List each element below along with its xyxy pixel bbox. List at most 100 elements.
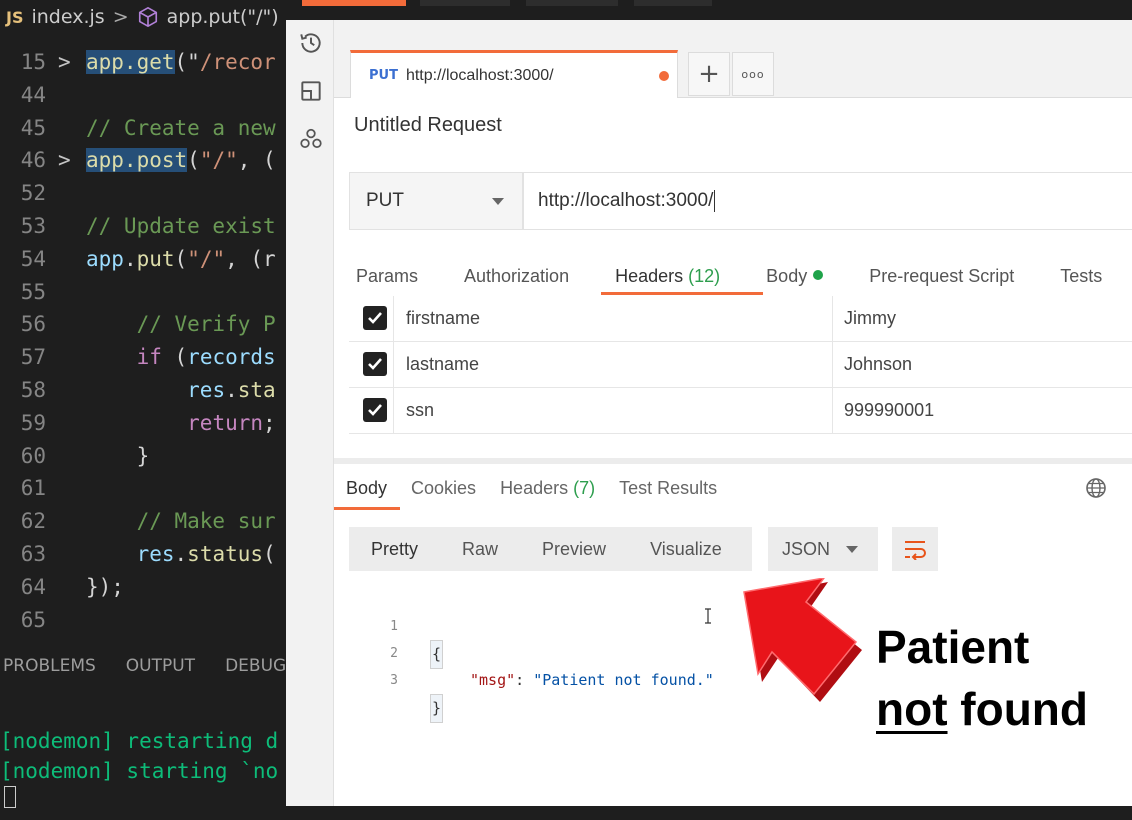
chevron-down-icon (846, 546, 858, 553)
code-text: // Verify P (86, 308, 276, 341)
tab-body[interactable]: Body (766, 266, 824, 298)
breadcrumb-symbol[interactable]: app.put("/") (167, 6, 279, 28)
format-select[interactable]: JSON (768, 527, 878, 571)
code-line: 62 // Make sur (0, 505, 300, 538)
code-token: "/" (187, 246, 226, 271)
tab-test-results[interactable]: Test Results (619, 478, 717, 499)
tab-params[interactable]: Params (356, 266, 418, 298)
code-line: 44 (0, 79, 300, 112)
terminal-line: [nodemon] starting `no (0, 759, 279, 783)
fold-chevron-icon[interactable]: > (58, 46, 71, 79)
chevron-down-icon (492, 198, 504, 205)
column-divider (832, 342, 833, 387)
code-token: (" (174, 50, 200, 74)
code-text: // Update exist (86, 210, 276, 243)
cube-icon (138, 7, 157, 27)
request-tab-bar: PUT http://localhost:3000/ + ooo (334, 20, 1132, 98)
line-number: 60 (20, 443, 46, 468)
column-divider (832, 296, 833, 341)
header-value[interactable]: Johnson (844, 354, 912, 375)
panel-tabs: PROBLEMS OUTPUT DEBUG (0, 650, 300, 682)
code-line: 55 (0, 276, 300, 309)
view-pretty-button[interactable]: Pretty (349, 527, 440, 571)
header-key[interactable]: firstname (406, 308, 480, 329)
top-tab (420, 0, 510, 6)
code-text: app.post("/", ( (86, 144, 276, 177)
code-area[interactable]: 15 > app.get("/recor 44 45 // Create a new 46 >… (0, 46, 300, 636)
code-token: ( (174, 246, 188, 271)
header-key[interactable]: lastname (406, 354, 479, 375)
response-divider[interactable] (334, 458, 1132, 464)
column-divider (393, 296, 394, 341)
json-line-number: 3 (390, 673, 398, 688)
code-text: app.get("/recor (86, 46, 276, 79)
red-arrow-icon (743, 578, 862, 702)
breadcrumb-file[interactable]: index.js (31, 6, 104, 28)
wrap-lines-button[interactable] (892, 527, 938, 571)
code-line: 65 (0, 604, 300, 637)
url-input[interactable]: http://localhost:3000/ (523, 172, 1132, 230)
code-token: // Create a new (86, 115, 276, 140)
wrap-lines-icon (905, 541, 926, 560)
history-icon[interactable] (298, 30, 324, 56)
code-line: 56 // Verify P (0, 308, 300, 341)
tab-debug[interactable]: DEBUG (225, 656, 286, 676)
line-number: 61 (20, 476, 46, 501)
terminal-output[interactable]: [nodemon] restarting d [nodemon] startin… (0, 726, 300, 786)
fold-chevron-icon[interactable]: > (58, 144, 71, 177)
tab-cookies[interactable]: Cookies (411, 478, 476, 499)
tab-authorization[interactable]: Authorization (464, 266, 569, 298)
tab-response-body[interactable]: Body (346, 478, 387, 499)
code-token: } (136, 443, 150, 468)
collections-icon[interactable] (298, 78, 324, 104)
postman-sidebar (286, 20, 334, 806)
code-token: . (123, 246, 137, 271)
code-token: . (225, 377, 238, 402)
header-checkbox[interactable] (363, 398, 387, 422)
view-visualize-button[interactable]: Visualize (628, 527, 744, 571)
unsaved-dot-icon (659, 71, 669, 81)
code-token: res (187, 377, 226, 402)
text-caret (714, 190, 716, 212)
request-tab[interactable]: PUT http://localhost:3000/ (350, 50, 678, 98)
apis-icon[interactable] (298, 126, 324, 152)
annotation-rest: found (947, 683, 1089, 735)
new-tab-button[interactable]: + (688, 52, 730, 96)
json-value: "Patient not found." (533, 671, 714, 689)
header-value[interactable]: Jimmy (844, 308, 896, 329)
tab-output[interactable]: OUTPUT (126, 656, 195, 676)
code-text: res.status( (86, 538, 276, 571)
request-title[interactable]: Untitled Request (354, 114, 502, 137)
line-number: 45 (20, 115, 46, 140)
code-line: 63 res.status( (0, 538, 300, 571)
view-preview-button[interactable]: Preview (520, 527, 628, 571)
json-key: "msg" (470, 671, 516, 689)
line-number: 56 (20, 312, 46, 337)
header-value[interactable]: 999990001 (844, 400, 934, 421)
tab-tests[interactable]: Tests (1060, 266, 1102, 298)
line-number: 52 (20, 181, 46, 206)
more-tabs-button[interactable]: ooo (732, 52, 774, 96)
globe-icon[interactable] (1084, 476, 1108, 500)
method-select[interactable]: PUT (349, 172, 523, 230)
view-raw-button[interactable]: Raw (440, 527, 520, 571)
tab-problems[interactable]: PROBLEMS (3, 656, 96, 676)
header-checkbox[interactable] (363, 352, 387, 376)
code-text: // Make sur (86, 505, 276, 538)
header-key[interactable]: ssn (406, 400, 434, 421)
checkmark-icon (368, 358, 382, 370)
tab-response-headers[interactable]: Headers (7) (500, 478, 595, 499)
header-checkbox[interactable] (363, 306, 387, 330)
line-number: 64 (20, 574, 46, 599)
code-token: status (187, 541, 264, 566)
tab-headers-label: Headers (615, 266, 684, 286)
code-line: 46 > app.post("/", ( (0, 144, 300, 177)
tab-prerequest-script[interactable]: Pre-request Script (869, 266, 1014, 298)
line-number: 58 (20, 377, 46, 402)
code-text: if (records (86, 341, 276, 374)
method-value: PUT (366, 190, 404, 211)
